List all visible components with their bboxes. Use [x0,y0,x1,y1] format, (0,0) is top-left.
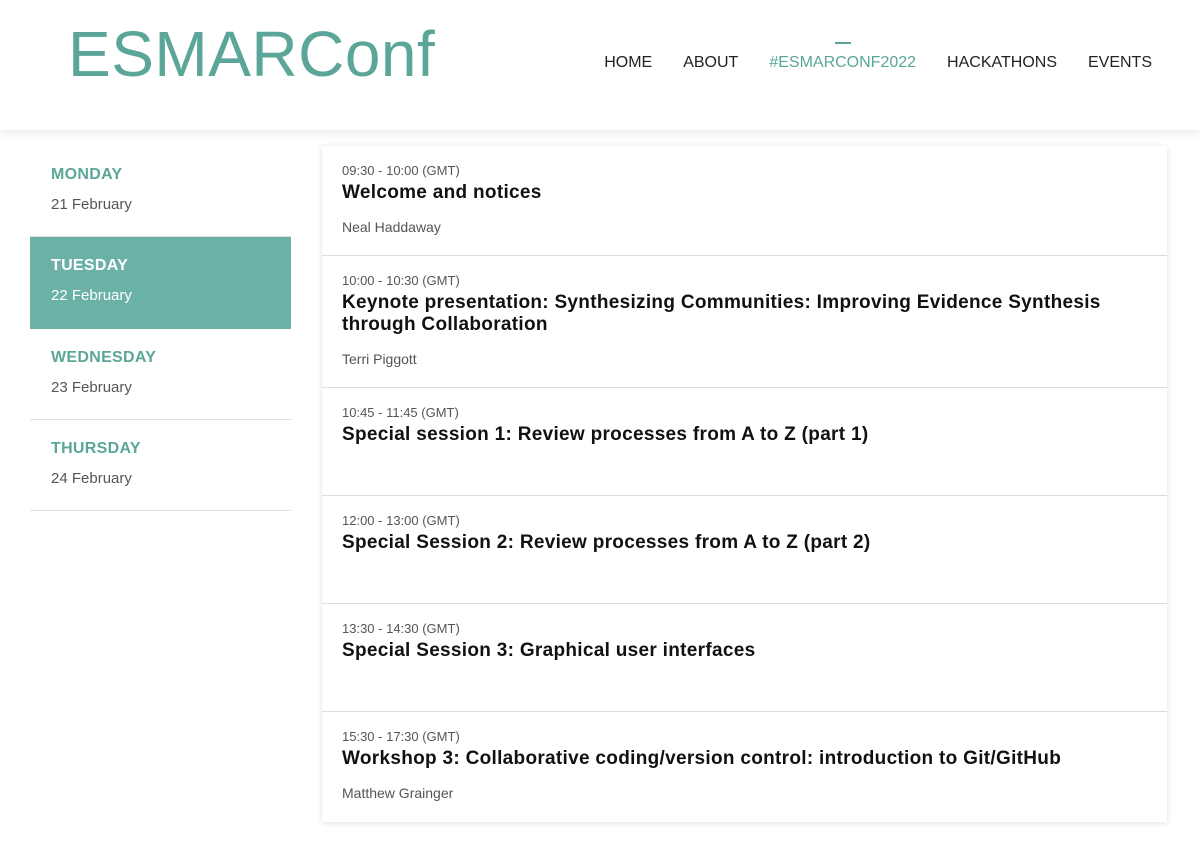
site-logo[interactable]: ESMARConf [68,16,435,92]
session-speaker: Neal Haddaway [342,219,441,235]
session-title[interactable]: Keynote presentation: Synthesizing Commu… [342,292,1147,336]
nav-about[interactable]: ABOUT [683,54,738,72]
session-item[interactable]: 13:30 - 14:30 (GMT) Special Session 3: G… [322,604,1167,712]
day-name: TUESDAY [51,257,129,274]
session-title[interactable]: Special Session 3: Graphical user interf… [342,640,1147,662]
session-time: 10:45 - 11:45 (GMT) [342,405,459,420]
session-item[interactable]: 10:00 - 10:30 (GMT) Keynote presentation… [322,256,1167,388]
session-item[interactable]: 15:30 - 17:30 (GMT) Workshop 3: Collabor… [322,712,1167,822]
day-date: 24 February [51,470,132,487]
nav-esmarconf2022[interactable]: #ESMARCONF2022 [769,42,916,72]
nav-home[interactable]: HOME [604,54,652,72]
day-tab-thursday[interactable]: THURSDAY 24 February [30,420,291,511]
main-nav: HOME ABOUT #ESMARCONF2022 HACKATHONS EVE… [604,42,1152,72]
session-time: 10:00 - 10:30 (GMT) [342,273,460,288]
session-title[interactable]: Welcome and notices [342,182,1147,204]
session-time: 15:30 - 17:30 (GMT) [342,729,460,744]
day-name: WEDNESDAY [51,349,157,366]
day-date: 23 February [51,379,132,396]
day-tab-wednesday[interactable]: WEDNESDAY 23 February [30,329,291,420]
site-header: ESMARConf HOME ABOUT #ESMARCONF2022 HACK… [0,0,1200,130]
session-time: 13:30 - 14:30 (GMT) [342,621,460,636]
day-date: 21 February [51,196,132,213]
day-tab-tuesday[interactable]: TUESDAY 22 February [30,237,291,329]
session-item[interactable]: 12:00 - 13:00 (GMT) Special Session 2: R… [322,496,1167,604]
session-speaker: Terri Piggott [342,351,417,367]
nav-events[interactable]: EVENTS [1088,54,1152,72]
session-title[interactable]: Workshop 3: Collaborative coding/version… [342,748,1147,770]
day-tab-monday[interactable]: MONDAY 21 February [30,146,291,237]
session-speaker: Matthew Grainger [342,785,454,801]
session-item[interactable]: 09:30 - 10:00 (GMT) Welcome and notices … [322,146,1167,256]
session-list: 09:30 - 10:00 (GMT) Welcome and notices … [322,146,1167,822]
day-date: 22 February [51,287,132,304]
session-time: 12:00 - 13:00 (GMT) [342,513,460,528]
day-name: THURSDAY [51,440,141,457]
session-title[interactable]: Special session 1: Review processes from… [342,424,1147,446]
nav-hackathons[interactable]: HACKATHONS [947,54,1057,72]
session-item[interactable]: 10:45 - 11:45 (GMT) Special session 1: R… [322,388,1167,496]
session-title[interactable]: Special Session 2: Review processes from… [342,532,1147,554]
session-time: 09:30 - 10:00 (GMT) [342,163,460,178]
day-name: MONDAY [51,166,123,183]
day-tabs: MONDAY 21 February TUESDAY 22 February W… [30,146,291,511]
